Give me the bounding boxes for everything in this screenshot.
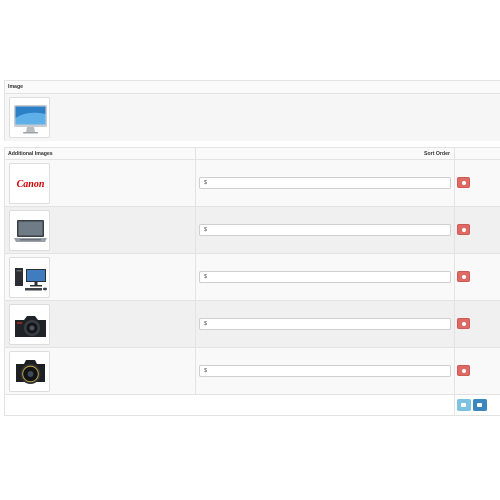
column-divider xyxy=(454,348,455,394)
camera-icon xyxy=(15,316,46,337)
column-divider xyxy=(195,148,196,160)
minus-circle-icon xyxy=(462,369,466,373)
canon-logo-icon: Canon xyxy=(17,179,45,190)
monitor-icon xyxy=(14,105,47,134)
minus-circle-icon xyxy=(462,275,466,279)
table-footer xyxy=(5,395,500,415)
image-row xyxy=(5,94,500,141)
laptop-icon xyxy=(14,220,47,242)
table-row: $ xyxy=(5,301,500,348)
column-divider xyxy=(195,348,196,394)
image-thumbnail[interactable] xyxy=(9,210,50,251)
remove-image-button[interactable] xyxy=(457,271,470,282)
image-table: Image xyxy=(4,80,500,141)
column-divider xyxy=(454,148,455,160)
column-divider xyxy=(454,160,455,206)
column-divider xyxy=(454,254,455,300)
image-manager-button[interactable] xyxy=(457,399,471,411)
sort-order-input[interactable]: $ xyxy=(199,224,451,236)
minus-circle-icon xyxy=(462,228,466,232)
remove-image-button[interactable] xyxy=(457,318,470,329)
column-divider xyxy=(195,254,196,300)
sort-order-input[interactable]: $ xyxy=(199,177,451,189)
sort-order-input[interactable]: $ xyxy=(199,271,451,283)
add-image-button[interactable] xyxy=(473,399,487,411)
table-row: $ xyxy=(5,254,500,301)
image-thumbnail[interactable] xyxy=(9,257,50,298)
column-divider xyxy=(454,301,455,347)
column-divider xyxy=(195,207,196,253)
additional-images-title: Additional Images xyxy=(8,151,53,157)
column-divider xyxy=(454,207,455,253)
plus-icon xyxy=(477,403,482,407)
column-divider xyxy=(454,395,455,415)
additional-images-table: Additional Images Sort Order Canon $ $ $… xyxy=(4,147,500,416)
sort-order-input[interactable]: $ xyxy=(199,318,451,330)
sort-order-title: Sort Order xyxy=(424,151,450,157)
table-row: Canon $ xyxy=(5,160,500,207)
camera-lens-icon xyxy=(16,360,45,384)
brand-text: Canon xyxy=(17,179,45,190)
minus-circle-icon xyxy=(462,181,466,185)
main-image-thumbnail[interactable] xyxy=(9,97,50,138)
sort-order-input[interactable]: $ xyxy=(199,365,451,377)
image-header: Image xyxy=(5,81,500,94)
remove-image-button[interactable] xyxy=(457,177,470,188)
remove-image-button[interactable] xyxy=(457,224,470,235)
image-thumbnail[interactable] xyxy=(9,304,50,345)
additional-images-header: Additional Images Sort Order xyxy=(5,148,500,160)
table-row: $ xyxy=(5,207,500,254)
desktop-computer-icon xyxy=(15,268,47,291)
image-thumbnail[interactable]: Canon xyxy=(9,163,50,204)
image-icon xyxy=(461,403,466,407)
table-row: $ xyxy=(5,348,500,395)
minus-circle-icon xyxy=(462,322,466,326)
remove-image-button[interactable] xyxy=(457,365,470,376)
column-divider xyxy=(195,160,196,206)
column-divider xyxy=(195,301,196,347)
image-thumbnail[interactable] xyxy=(9,351,50,392)
